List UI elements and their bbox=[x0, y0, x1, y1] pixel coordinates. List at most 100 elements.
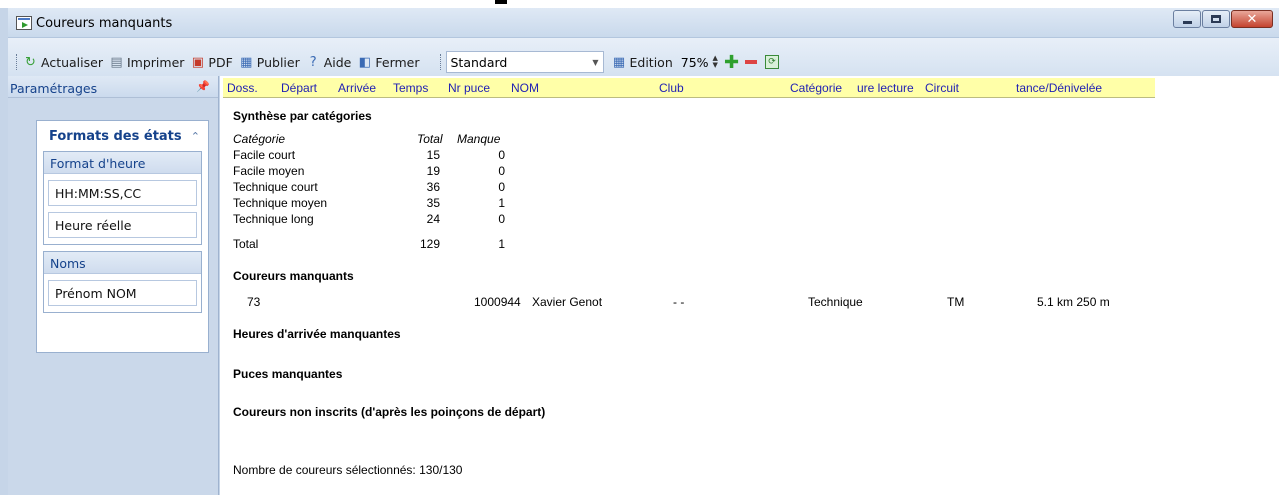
style-select-value: Standard bbox=[450, 54, 508, 70]
names-section: Noms Prénom NOM bbox=[43, 251, 202, 313]
summary-row-total: 19 bbox=[426, 164, 440, 178]
name-format-option[interactable]: Prénom NOM bbox=[48, 280, 197, 306]
pdf-button[interactable]: ▣ PDF bbox=[190, 54, 233, 70]
col-arrivee[interactable]: Arrivée bbox=[338, 81, 376, 95]
col-doss[interactable]: Doss. bbox=[227, 81, 258, 95]
summary-row-missing: 0 bbox=[498, 212, 505, 226]
missing-runners-title: Coureurs manquants bbox=[233, 269, 354, 283]
zoom-value: 75% bbox=[680, 54, 709, 70]
actualiser-label: Actualiser bbox=[41, 54, 103, 70]
fermer-button[interactable]: ◧ Fermer bbox=[357, 54, 420, 70]
add-icon[interactable]: ✚ bbox=[724, 52, 739, 73]
summary-total-missing: 1 bbox=[498, 237, 505, 251]
summary-row-total: 24 bbox=[426, 212, 440, 226]
publier-button[interactable]: ▦ Publier bbox=[239, 55, 300, 70]
summary-total-label: Total bbox=[233, 237, 259, 251]
maximize-icon bbox=[1211, 15, 1221, 23]
missing-finish-title: Heures d'arrivée manquantes bbox=[233, 327, 401, 341]
aide-label: Aide bbox=[323, 54, 352, 70]
text-cursor bbox=[495, 0, 507, 4]
col-depart[interactable]: Départ bbox=[281, 81, 317, 95]
window-controls: ✕ bbox=[1173, 10, 1273, 28]
summary-row-category: Technique long bbox=[233, 212, 314, 226]
aide-button[interactable]: ? Aide bbox=[306, 55, 352, 70]
window-titlebar: Coureurs manquants ✕ bbox=[8, 8, 1279, 38]
summary-row-category: Facile moyen bbox=[233, 164, 305, 178]
report-formats-header[interactable]: Formats des états ⌃ bbox=[37, 121, 208, 151]
unregistered-title: Coureurs non inscrits (d'après les poinç… bbox=[233, 405, 546, 419]
imprimer-button[interactable]: ▤ Imprimer bbox=[109, 55, 184, 70]
col-temps[interactable]: Temps bbox=[393, 81, 428, 95]
summary-row-category: Technique moyen bbox=[233, 196, 328, 210]
toolbar: ↻ Actualiser ▤ Imprimer ▣ PDF ▦ Publier … bbox=[8, 38, 1279, 76]
settings-pane: Paramétrages 📌 Formats des états ⌃ Forma… bbox=[8, 76, 219, 495]
chevron-down-icon: ▼ bbox=[592, 57, 599, 67]
pin-icon[interactable]: 📌 bbox=[196, 80, 210, 93]
missing-chips-title: Puces manquantes bbox=[233, 367, 343, 381]
col-circuit[interactable]: Circuit bbox=[925, 81, 959, 95]
runner-chip: 1000944 bbox=[474, 295, 521, 309]
reload-icon[interactable]: ⟳ bbox=[765, 55, 780, 69]
help-icon: ? bbox=[309, 54, 317, 70]
pdf-icon: ▣ bbox=[191, 54, 205, 70]
edition-button[interactable]: ▦ Edition bbox=[612, 55, 673, 70]
pdf-label: PDF bbox=[208, 54, 233, 70]
time-format-option[interactable]: HH:MM:SS,CC bbox=[48, 180, 197, 206]
report-formats-group: Formats des états ⌃ Format d'heure HH:MM… bbox=[36, 120, 209, 353]
col-distance[interactable]: tance/Dénivelée bbox=[1016, 81, 1102, 95]
time-format-header: Format d'heure bbox=[44, 152, 201, 174]
exit-icon: ◧ bbox=[358, 54, 372, 70]
summary-row-missing: 0 bbox=[498, 180, 505, 194]
runner-name: Xavier Genot bbox=[532, 295, 603, 309]
summary-row-category: Facile court bbox=[233, 148, 296, 162]
report-formats-title: Formats des états bbox=[49, 128, 182, 144]
minimize-button[interactable] bbox=[1173, 10, 1201, 28]
summary-row-missing: 0 bbox=[498, 164, 505, 178]
spin-down-icon: ▼ bbox=[712, 61, 718, 69]
summary-row-category: Technique court bbox=[233, 180, 318, 194]
runner-circuit: TM bbox=[947, 295, 965, 309]
col-heure-lecture[interactable]: ure lecture bbox=[857, 81, 914, 95]
close-window-button[interactable]: ✕ bbox=[1231, 10, 1273, 28]
imprimer-label: Imprimer bbox=[126, 54, 185, 70]
summary-row-missing: 0 bbox=[498, 148, 505, 162]
col-nom[interactable]: NOM bbox=[511, 81, 539, 95]
app-icon bbox=[16, 16, 32, 30]
settings-pane-title: Paramétrages bbox=[10, 81, 98, 96]
style-select[interactable]: Standard ▼ bbox=[445, 51, 604, 73]
minimize-icon bbox=[1182, 20, 1192, 24]
col-nr-puce[interactable]: Nr puce bbox=[448, 81, 490, 95]
summary-total-value: 129 bbox=[419, 237, 440, 251]
publish-icon: ▦ bbox=[240, 54, 253, 70]
top-strip bbox=[0, 0, 1279, 8]
zoom-spinner[interactable]: ▲ ▼ bbox=[713, 55, 718, 69]
edition-label: Edition bbox=[629, 54, 673, 70]
runner-category: Technique bbox=[808, 295, 863, 309]
summary-row-total: 35 bbox=[426, 196, 440, 210]
refresh-icon: ↻ bbox=[25, 54, 36, 70]
summary-header-category: Catégorie bbox=[233, 132, 286, 146]
runner-club: - - bbox=[673, 295, 685, 309]
table-icon: ▦ bbox=[612, 54, 626, 70]
report-view: Doss. Départ Arrivée Temps Nr puce NOM C… bbox=[220, 76, 1279, 495]
actualiser-button[interactable]: ↻ Actualiser bbox=[23, 55, 103, 70]
col-categorie[interactable]: Catégorie bbox=[790, 81, 842, 95]
time-format-section: Format d'heure HH:MM:SS,CC Heure réelle bbox=[43, 151, 202, 245]
report-column-header: Doss. Départ Arrivée Temps Nr puce NOM C… bbox=[223, 78, 1155, 98]
printer-icon: ▤ bbox=[110, 54, 123, 70]
collapse-up-icon[interactable]: ⌃ bbox=[191, 130, 200, 143]
summary-row-total: 36 bbox=[426, 180, 440, 194]
remove-icon[interactable] bbox=[745, 60, 758, 64]
summary-row-total: 15 bbox=[426, 148, 440, 162]
maximize-button[interactable] bbox=[1202, 10, 1230, 28]
fermer-label: Fermer bbox=[375, 54, 420, 70]
names-header: Noms bbox=[44, 252, 201, 274]
runner-bib: 73 bbox=[247, 295, 261, 309]
time-mode-option[interactable]: Heure réelle bbox=[48, 212, 197, 238]
col-club[interactable]: Club bbox=[659, 81, 684, 95]
toolbar-grip bbox=[16, 54, 19, 70]
window-title: Coureurs manquants bbox=[36, 16, 173, 31]
settings-pane-header: Paramétrages 📌 bbox=[8, 76, 218, 98]
summary-header-total: Total bbox=[417, 132, 443, 146]
summary-row-missing: 1 bbox=[498, 196, 505, 210]
